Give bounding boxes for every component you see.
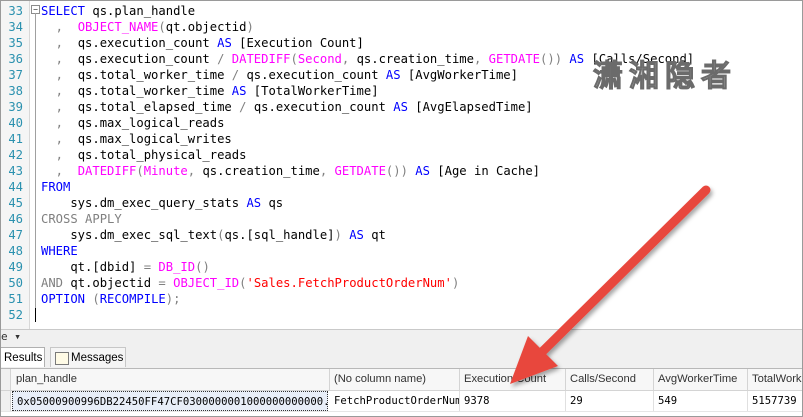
line-number: 49 [8,260,23,274]
line-number: 40 [8,116,23,130]
code-line[interactable]: 42 , qs.total_physical_reads [1,147,801,163]
text-cursor [35,308,36,322]
results-grid[interactable]: plan_handle (No column name) Execution C… [1,369,802,416]
code-text: FROM [41,180,71,194]
code-text: OPTION (RECOMPILE); [41,292,181,306]
zoom-dropdown[interactable]: e ▾ [1,330,21,343]
code-line[interactable]: 49 qt.[dbid] = DB_ID() [1,259,801,275]
line-number: 44 [8,180,23,194]
cell-plan-handle[interactable]: 0x05000900996DB22450FF47CF03000000010000… [12,391,328,411]
code-line[interactable]: 50 AND qt.objectid = OBJECT_ID('Sales.Fet… [1,275,801,291]
code-line[interactable]: 41 , qs.max_logical_writes [1,131,801,147]
grid-header-row: plan_handle (No column name) Execution C… [1,369,802,391]
code-line[interactable]: 51 OPTION (RECOMPILE); [1,291,801,307]
code-text: , DATEDIFF(Minute, qs.creation_time, GET… [41,164,541,178]
column-header-avg-worker-time[interactable]: AvgWorkerTime [654,369,748,390]
code-text: , qs.total_worker_time / qs.execution_co… [41,68,518,82]
code-line[interactable]: 46 CROSS APPLY [1,211,801,227]
code-text: sys.dm_exec_sql_text(qs.[sql_handle]) AS… [41,228,386,242]
line-number: 47 [8,228,23,242]
line-number: 50 [8,276,23,290]
code-line[interactable]: 43 , DATEDIFF(Minute, qs.creation_time, … [1,163,801,179]
line-number: 48 [8,244,23,258]
cell-calls-second[interactable]: 29 [566,391,654,411]
pane-splitter[interactable]: e ▾ [1,329,802,345]
line-number: 42 [8,148,23,162]
code-text: , qs.max_logical_writes [41,132,232,146]
code-text: sys.dm_exec_query_stats AS qs [41,196,284,210]
table-row[interactable]: 0x05000900996DB22450FF47CF03000000010000… [1,391,802,412]
line-number: 35 [8,36,23,50]
code-text: AND qt.objectid = OBJECT_ID('Sales.Fetch… [41,276,460,290]
query-window: − 33 SELECT qs.plan_handle 34 , OBJECT_NAM… [0,0,803,417]
column-header-calls-second[interactable]: Calls/Second [566,369,654,390]
code-text: WHERE [41,244,78,258]
watermark: 潇湘隐者 [593,59,737,95]
tab-results[interactable]: Results [1,347,45,367]
column-header-execution-count[interactable]: Execution Count [460,369,566,390]
code-line[interactable]: 47 sys.dm_exec_sql_text(qs.[sql_handle])… [1,227,801,243]
code-text: , qs.execution_count AS [Execution Count… [41,36,364,50]
code-text: , OBJECT_NAME(qt.objectid) [41,20,254,34]
code-line[interactable]: 40 , qs.max_logical_reads [1,115,801,131]
tab-messages-label: Messages [71,352,124,364]
code-line[interactable]: 48 WHERE [1,243,801,259]
cell-total-worker-time[interactable]: 5157739 [748,391,802,411]
code-line[interactable]: 44 FROM [1,179,801,195]
code-line[interactable]: 52 [1,307,801,323]
tab-results-label: Results [4,352,43,364]
line-number: 34 [8,20,23,34]
code-text: SELECT qs.plan_handle [41,4,196,18]
column-header-plan-handle[interactable]: plan_handle [10,369,330,390]
code-line[interactable]: 39 , qs.total_elapsed_time / qs.executio… [1,99,801,115]
code-text: , qs.total_worker_time AS [TotalWorkerTi… [41,84,379,98]
sql-editor[interactable]: − 33 SELECT qs.plan_handle 34 , OBJECT_NAM… [1,1,802,329]
cell-execution-count[interactable]: 9378 [460,391,566,411]
results-tabs: Results Messages [1,344,802,369]
column-header-total-worker-time[interactable]: TotalWork [748,369,802,390]
line-number: 33 [8,4,23,18]
line-number: 46 [8,212,23,226]
line-number: 52 [8,308,23,322]
messages-icon [55,352,69,365]
line-number: 36 [8,52,23,66]
code-text: , qs.total_elapsed_time / qs.execution_c… [41,100,533,114]
cell-avg-worker-time[interactable]: 549 [654,391,748,411]
code-line[interactable]: 33 SELECT qs.plan_handle [1,3,801,19]
column-header-object-name[interactable]: (No column name) [330,369,460,390]
line-number: 37 [8,68,23,82]
cell-object-name[interactable]: FetchProductOrderNum [330,391,460,411]
code-text: CROSS APPLY [41,212,122,226]
code-text: , qs.total_physical_reads [41,148,247,162]
line-number: 39 [8,100,23,114]
code-text: , qs.max_logical_reads [41,116,225,130]
line-number: 51 [8,292,23,306]
line-number: 43 [8,164,23,178]
code-text: qt.[dbid] = DB_ID() [41,260,210,274]
line-number: 38 [8,84,23,98]
row-header[interactable] [1,391,11,411]
code-line[interactable]: 45 sys.dm_exec_query_stats AS qs [1,195,801,211]
line-number: 45 [8,196,23,210]
tab-messages[interactable]: Messages [50,347,126,367]
code-line[interactable]: 35 , qs.execution_count AS [Execution Co… [1,35,801,51]
code-line[interactable]: 34 , OBJECT_NAME(qt.objectid) [1,19,801,35]
line-number: 41 [8,132,23,146]
